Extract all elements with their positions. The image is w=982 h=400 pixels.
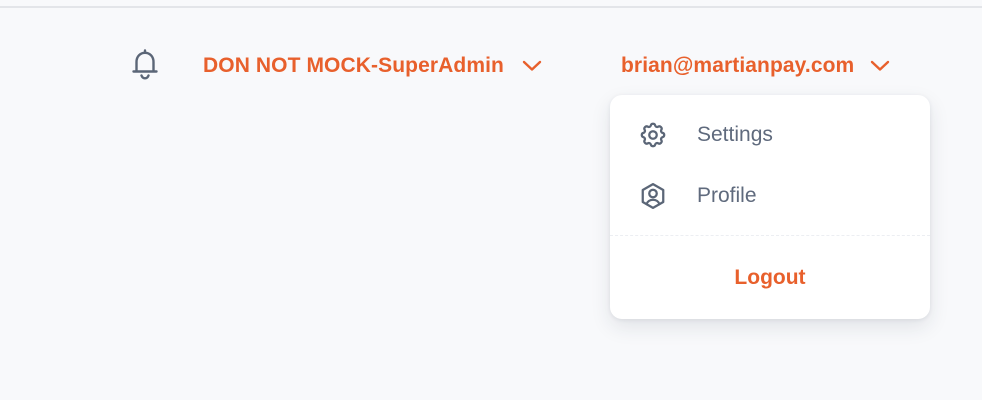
gear-icon <box>637 119 669 151</box>
top-divider <box>0 6 982 8</box>
notifications-button[interactable] <box>129 48 161 84</box>
chevron-down-icon <box>522 60 542 72</box>
organization-switcher[interactable]: DON NOT MOCK-SuperAdmin <box>203 50 542 82</box>
user-email: brian@martianpay.com <box>621 54 855 77</box>
menu-item-label: Profile <box>697 184 757 207</box>
menu-divider <box>610 235 930 236</box>
user-circle-icon <box>637 180 669 212</box>
menu-item-settings[interactable]: Settings <box>610 107 930 163</box>
menu-item-profile[interactable]: Profile <box>610 168 930 224</box>
bell-icon <box>130 47 160 86</box>
user-menu-dropdown: Settings Profile Logout <box>610 95 930 319</box>
logout-button[interactable]: Logout <box>610 251 930 305</box>
user-menu-trigger[interactable]: brian@martianpay.com <box>621 50 890 82</box>
menu-item-label: Settings <box>697 123 773 146</box>
organization-name: DON NOT MOCK-SuperAdmin <box>203 54 504 77</box>
chevron-down-icon <box>870 60 890 72</box>
